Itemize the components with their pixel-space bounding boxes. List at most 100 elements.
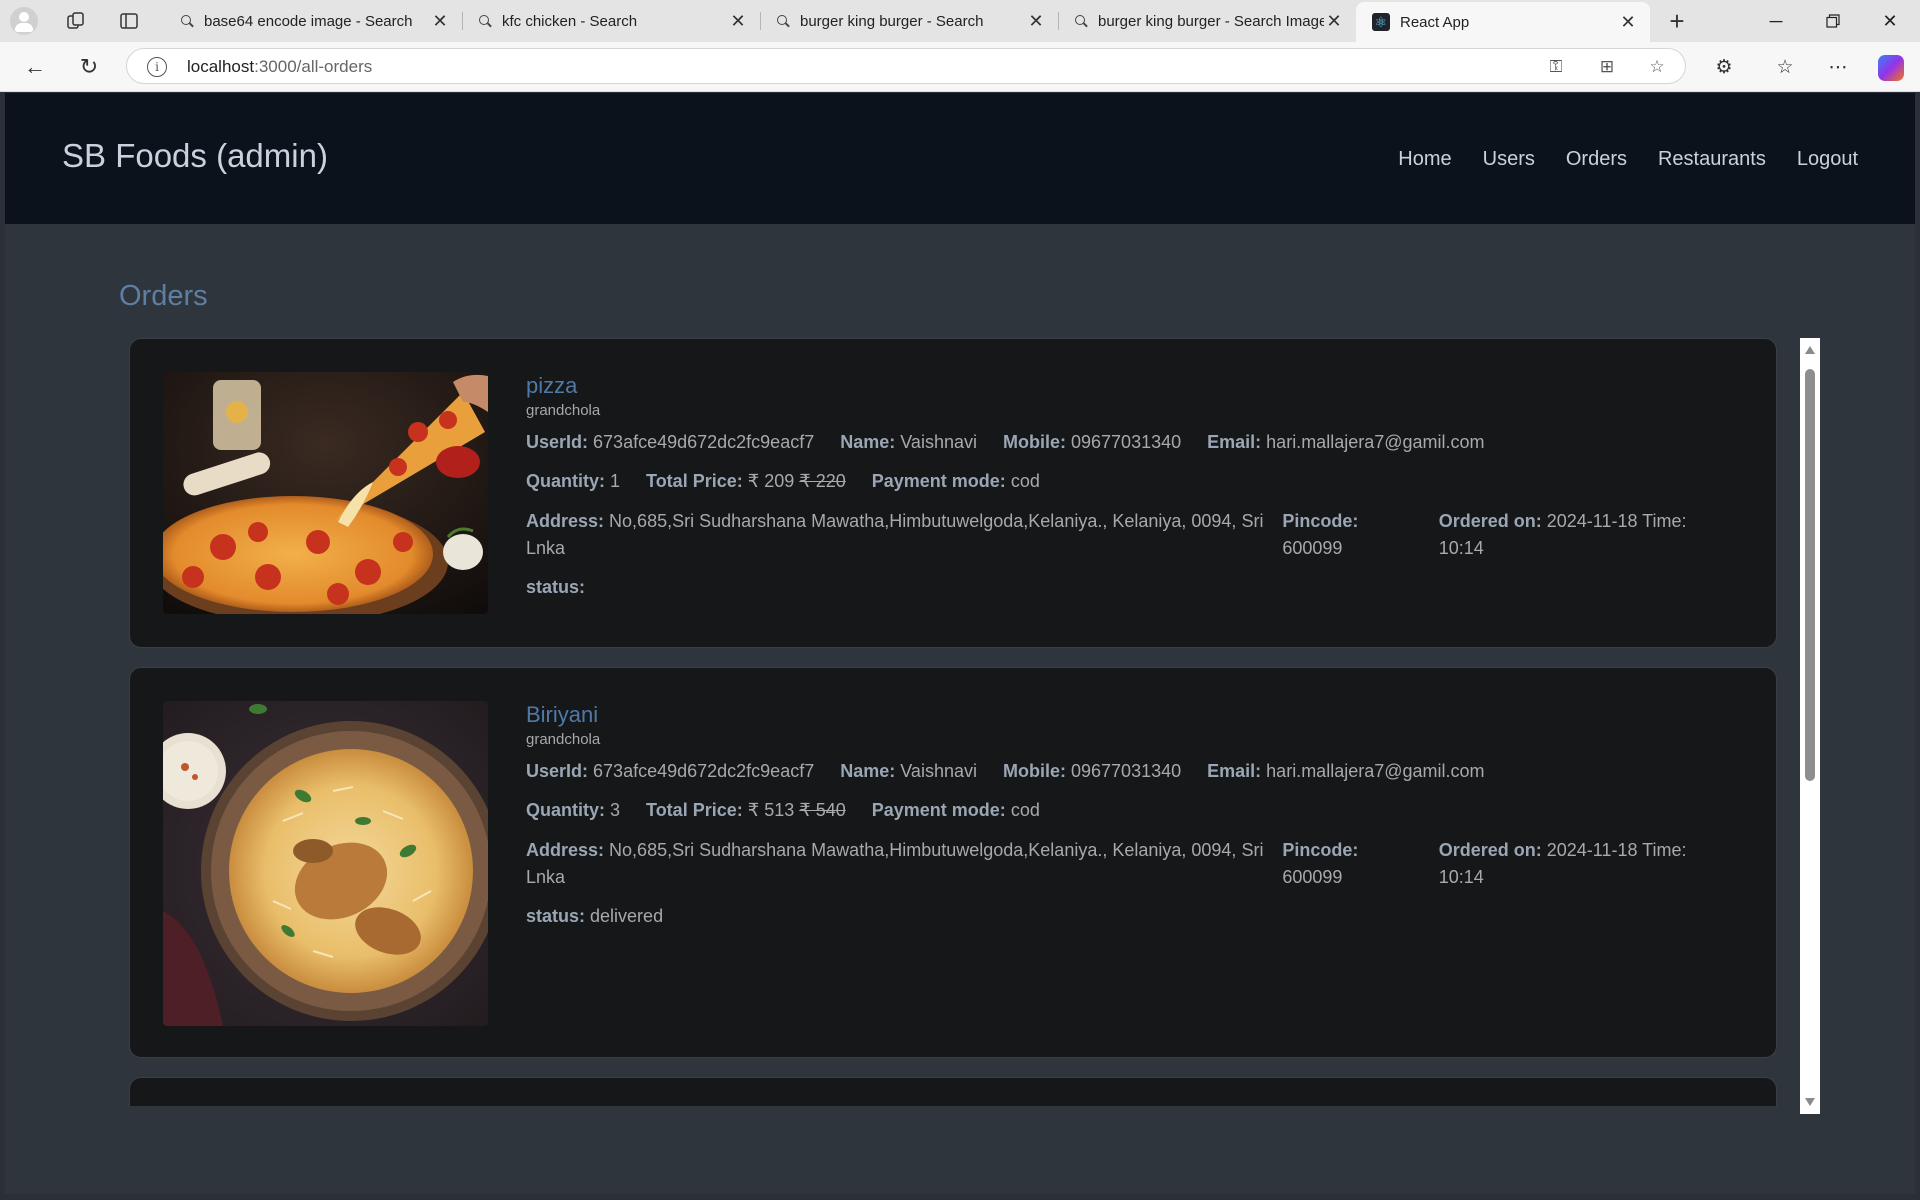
close-icon[interactable]: ✕ — [430, 11, 450, 32]
pincode-field: Pincode: 600099 — [1282, 508, 1438, 562]
react-icon: ⚛ — [1372, 13, 1390, 31]
tab-title: burger king burger - Search Images — [1098, 12, 1324, 30]
tab-actions-icon[interactable] — [115, 7, 143, 35]
window-close-icon[interactable]: ✕ — [1862, 0, 1918, 42]
app-available-icon[interactable]: ⊞ — [1595, 55, 1619, 79]
nav-users[interactable]: Users — [1483, 148, 1535, 171]
name-value: Vaishnavi — [900, 432, 977, 452]
extensions-icon[interactable]: ⚙ — [1710, 53, 1738, 81]
url-host: localhost — [187, 57, 255, 76]
site-navbar: SB Foods (admin) Home Users Orders Resta… — [5, 93, 1915, 224]
mobile-field: Mobile: 09677031340 — [1003, 429, 1181, 456]
browser-tab[interactable]: burger king burger - Search Images ✕ — [1059, 0, 1356, 42]
userid-label: UserId: — [526, 432, 589, 452]
quantity-label: Quantity: — [526, 471, 605, 491]
favorite-star-icon[interactable]: ☆ — [1645, 55, 1669, 79]
info-icon[interactable]: i — [147, 57, 167, 77]
copilot-icon[interactable] — [1878, 55, 1904, 81]
tab-title: burger king burger - Search — [800, 12, 984, 30]
price-row: Quantity: 3 Total Price: ₹ 513 ₹ 540 Pay… — [526, 797, 1706, 824]
status-label: status: — [526, 906, 586, 926]
pincode-value: 600099 — [1282, 538, 1343, 558]
mobile-label: Mobile: — [1002, 761, 1066, 781]
price-value: ₹ 513 — [747, 800, 795, 820]
payment-value: cod — [1010, 800, 1040, 820]
more-options-icon[interactable]: ⋯ — [1824, 53, 1852, 81]
old-price-value: ₹ 540 — [799, 800, 846, 820]
mobile-value: 09677031340 — [1071, 761, 1182, 781]
restaurant-name: grandchola — [526, 731, 601, 748]
browser-tab[interactable]: burger king burger - Search ✕ — [761, 0, 1058, 42]
name-field: Name: Vaishnavi — [840, 429, 977, 456]
tab-title: base64 encode image - Search — [204, 12, 413, 30]
restore-icon[interactable] — [1805, 0, 1861, 42]
customer-row: UserId: 673afce49d672dc2fc9eacf7 Name: V… — [526, 429, 1706, 456]
order-card: pizza grandchola UserId: 673afce49d672dc… — [129, 338, 1777, 648]
nav-home[interactable]: Home — [1398, 148, 1451, 171]
scroll-down-arrow-icon[interactable] — [1805, 1098, 1815, 1106]
close-icon[interactable]: ✕ — [1026, 11, 1046, 32]
status-field: status: — [526, 577, 1706, 598]
restaurant-name: grandchola — [526, 402, 601, 419]
name-field: Name: Vaishnavi — [840, 758, 977, 785]
search-icon — [181, 14, 194, 28]
pincode-field: Pincode: 600099 — [1282, 837, 1438, 891]
nav-logout[interactable]: Logout — [1797, 148, 1858, 171]
web-page: SB Foods (admin) Home Users Orders Resta… — [5, 93, 1915, 1194]
nav-restaurants[interactable]: Restaurants — [1658, 148, 1766, 171]
url-field[interactable]: i localhost:3000/all-orders ⚿ ⊞ ☆ — [126, 48, 1686, 84]
browser-tab-bar: base64 encode image - Search ✕ kfc chick… — [0, 0, 1920, 42]
pincode-value: 600099 — [1282, 867, 1343, 887]
mobile-field: Mobile: 09677031340 — [1003, 758, 1181, 785]
profile-icon[interactable] — [10, 7, 38, 35]
status-field: status: delivered — [526, 906, 1706, 927]
nav-links: Home Users Orders Restaurants Logout — [1398, 148, 1858, 171]
close-icon[interactable]: ✕ — [1324, 11, 1344, 32]
quantity-field: Quantity: 1 — [526, 468, 620, 495]
address-value: No,685,Sri Sudharshana Mawatha,Himbutuwe… — [526, 840, 1264, 887]
workspaces-icon[interactable] — [62, 7, 90, 35]
address-bar: ← ↻ i localhost:3000/all-orders ⚿ ⊞ ☆ ⚙ … — [0, 42, 1920, 92]
total-price-label: Total Price: — [646, 800, 743, 820]
price-value: ₹ 209 — [747, 471, 795, 491]
browser-tab[interactable]: kfc chicken - Search ✕ — [463, 0, 760, 42]
userid-value: 673afce49d672dc2fc9eacf7 — [593, 432, 815, 452]
brand-title[interactable]: SB Foods (admin) — [62, 137, 328, 175]
new-tab-icon[interactable]: + — [1660, 6, 1694, 36]
back-icon[interactable]: ← — [21, 53, 49, 81]
address-field: Address: No,685,Sri Sudharshana Mawatha,… — [526, 837, 1282, 891]
mobile-value: 09677031340 — [1071, 432, 1182, 452]
address-label: Address: — [526, 511, 605, 531]
food-name: pizza — [526, 373, 578, 398]
search-icon — [777, 14, 790, 28]
nav-orders[interactable]: Orders — [1566, 148, 1627, 171]
payment-field: Payment mode: cod — [872, 468, 1040, 495]
orders-scrollbar[interactable] — [1800, 338, 1820, 1114]
key-icon[interactable]: ⚿ — [1544, 55, 1568, 79]
food-image-pizza — [163, 372, 488, 614]
favorites-icon[interactable]: ☆ — [1771, 53, 1799, 81]
quantity-value: 1 — [610, 471, 621, 491]
refresh-icon[interactable]: ↻ — [75, 53, 103, 81]
price-row: Quantity: 1 Total Price: ₹ 209 ₹ 220 Pay… — [526, 468, 1706, 495]
url-path: :3000/all-orders — [254, 57, 373, 76]
mobile-label: Mobile: — [1002, 432, 1066, 452]
quantity-field: Quantity: 3 — [526, 797, 620, 824]
quantity-value: 3 — [610, 800, 621, 820]
url-text: localhost:3000/all-orders — [187, 57, 372, 77]
orders-list[interactable]: pizza grandchola UserId: 673afce49d672dc… — [129, 338, 1777, 1106]
scroll-thumb[interactable] — [1805, 369, 1815, 781]
minimize-icon[interactable]: ─ — [1748, 0, 1804, 42]
email-value: hari.mallajera7@gamil.com — [1266, 761, 1485, 781]
close-icon[interactable]: ✕ — [1618, 12, 1638, 33]
browser-tab-active[interactable]: ⚛ React App ✕ — [1356, 2, 1650, 42]
scroll-up-arrow-icon[interactable] — [1805, 346, 1815, 354]
payment-label: Payment mode: — [871, 471, 1006, 491]
ordered-on-field: Ordered on: 2024-11-18 Time: 10:14 — [1439, 837, 1706, 891]
close-icon[interactable]: ✕ — [728, 11, 748, 32]
address-row: Address: No,685,Sri Sudharshana Mawatha,… — [526, 837, 1706, 891]
browser-tab[interactable]: base64 encode image - Search ✕ — [165, 0, 462, 42]
ordered-on-label: Ordered on: — [1438, 511, 1542, 531]
address-row: Address: No,685,Sri Sudharshana Mawatha,… — [526, 508, 1706, 562]
email-field: Email: hari.mallajera7@gamil.com — [1207, 758, 1484, 785]
